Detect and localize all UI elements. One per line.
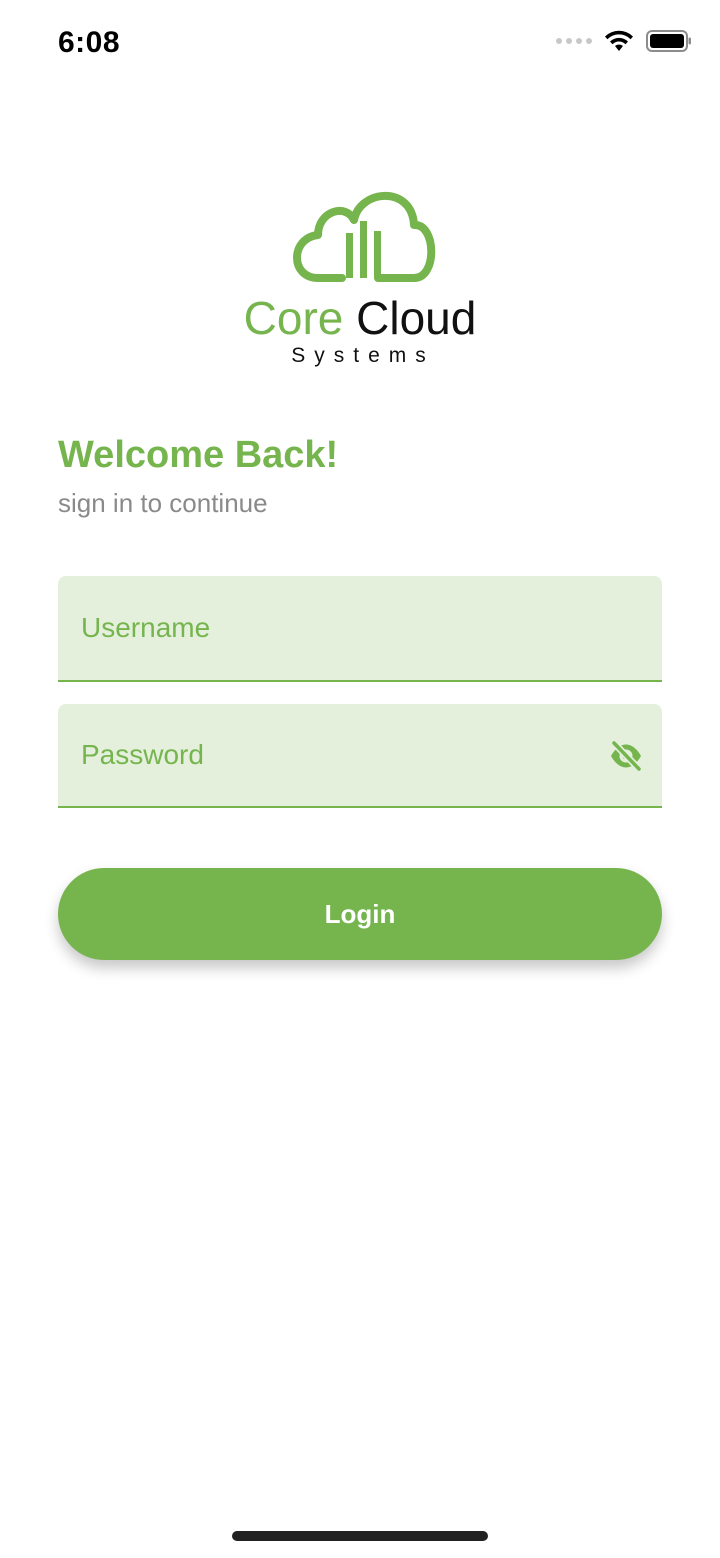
core-cloud-systems-logo: Core Cloud Systems bbox=[230, 185, 490, 370]
cellular-signal-icon bbox=[556, 38, 592, 44]
logo-word-core: Core bbox=[243, 292, 344, 344]
username-field-container bbox=[58, 576, 662, 682]
logo-wordmark: Core Cloud bbox=[230, 295, 490, 341]
status-icons bbox=[556, 30, 692, 52]
logo-word-cloud: Cloud bbox=[356, 292, 477, 344]
login-button[interactable]: Login bbox=[58, 868, 662, 960]
eye-off-icon[interactable] bbox=[608, 740, 644, 772]
status-time: 6:08 bbox=[58, 26, 121, 59]
battery-icon bbox=[646, 30, 691, 52]
password-input[interactable] bbox=[58, 704, 662, 806]
cloud-buildings-icon bbox=[293, 191, 436, 282]
welcome-subtitle: sign in to continue bbox=[58, 488, 268, 518]
home-indicator bbox=[232, 1531, 488, 1541]
logo-subtitle: Systems bbox=[291, 344, 435, 367]
wifi-icon bbox=[605, 30, 633, 51]
password-field-container bbox=[58, 704, 662, 808]
status-bar: 6:08 bbox=[0, 0, 720, 90]
welcome-title: Welcome Back! bbox=[58, 434, 339, 476]
username-input[interactable] bbox=[58, 576, 662, 680]
